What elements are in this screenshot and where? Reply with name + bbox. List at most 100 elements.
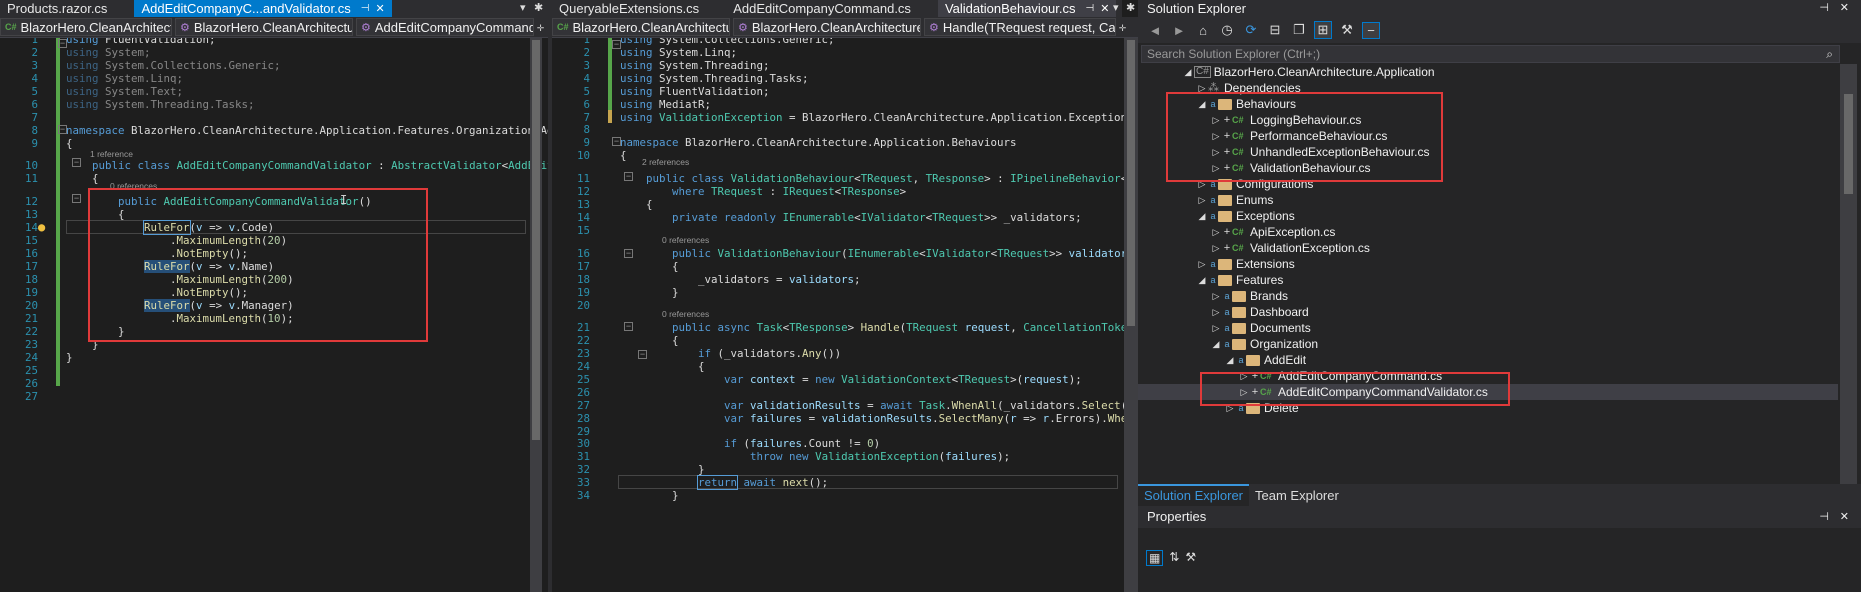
code-line[interactable]: namespace BlazorHero.CleanArchitecture.A… — [66, 124, 548, 137]
show-all-files-icon[interactable]: ❐ — [1290, 22, 1308, 38]
search-input[interactable]: Search Solution Explorer (Ctrl+;) ⌕ — [1141, 45, 1840, 63]
collapse-icon[interactable]: − — [638, 350, 647, 359]
minus-icon[interactable]: − — [1362, 21, 1380, 39]
expand-arrow-icon[interactable]: ▷ — [1210, 224, 1222, 240]
expand-arrow-icon[interactable]: ▷ — [1196, 192, 1208, 208]
code-line[interactable]: private readonly IEnumerable<IValidator<… — [620, 211, 1082, 224]
code-line[interactable]: using FluentValidation; — [66, 38, 216, 46]
code-line[interactable]: } — [620, 489, 679, 502]
code-line[interactable]: } — [66, 351, 73, 364]
search-icon[interactable]: ⌕ — [1826, 46, 1833, 62]
codelens-references[interactable]: 0 references — [662, 235, 709, 245]
expand-arrow-icon[interactable]: ▷ — [1210, 240, 1222, 256]
code-line[interactable]: { — [66, 172, 99, 185]
code-line[interactable]: if (_validators.Any()) — [620, 347, 841, 360]
code-line[interactable]: var context = new ValidationContext<TReq… — [620, 373, 1082, 386]
pin-icon[interactable]: ⊣ — [1819, 506, 1829, 528]
code-line[interactable]: { — [66, 137, 73, 150]
code-line[interactable]: } — [620, 286, 679, 299]
collapse-icon[interactable]: − — [612, 40, 621, 49]
tree-item[interactable]: ◢ a Organization — [1210, 336, 1319, 352]
tree-item[interactable]: ▷ a Extensions — [1196, 256, 1295, 272]
home-icon[interactable]: ⌂ — [1194, 23, 1212, 38]
codelens-references[interactable]: 0 references — [662, 309, 709, 319]
tree-item[interactable]: ▷ a Documents — [1210, 320, 1311, 336]
collapse-icon[interactable]: − — [72, 194, 81, 203]
expand-arrow-icon[interactable]: ▷ — [1210, 304, 1222, 320]
sync-icon[interactable]: ⟳ — [1242, 22, 1260, 38]
code-line[interactable]: { — [620, 198, 653, 211]
code-line[interactable]: using System.Threading.Tasks; — [66, 98, 255, 111]
forward-icon[interactable]: ► — [1170, 23, 1188, 38]
mid-code-editor[interactable]: 1 using System.Collections.Generic; 2 using… — [552, 38, 1124, 592]
solution-scrollbar-thumb[interactable] — [1844, 94, 1853, 194]
alphabetical-icon[interactable]: ⇅ — [1169, 550, 1179, 566]
collapse-icon[interactable]: − — [624, 322, 633, 331]
close-icon[interactable]: ✕ — [1100, 2, 1109, 15]
member-selector[interactable]: ⚙Handle(TRequest request, Cance▾ — [924, 18, 1116, 36]
left-scrollbar-thumb[interactable] — [532, 40, 540, 440]
project-selector[interactable]: C#BlazorHero.CleanArchitecture.Ap▾ — [552, 18, 730, 36]
pin-icon[interactable]: ⊣ — [1086, 3, 1095, 14]
settings-icon[interactable]: ✱ — [1126, 1, 1135, 14]
code-line[interactable]: { — [620, 149, 627, 162]
code-line[interactable]: } — [620, 463, 705, 476]
collapse-icon[interactable]: − — [72, 158, 81, 167]
categorized-icon[interactable]: ▦ — [1146, 550, 1164, 566]
collapse-arrow-icon[interactable]: ◢ — [1196, 208, 1208, 224]
member-selector[interactable]: ⚙AddEditCompanyCommandVa▾ — [356, 18, 534, 36]
collapse-icon[interactable]: − — [58, 125, 67, 134]
code-line[interactable]: var failures = validationResults.SelectM… — [620, 412, 1124, 425]
wrench-icon[interactable]: ⚒ — [1185, 550, 1196, 566]
tree-item[interactable]: ◢ a Features — [1196, 272, 1284, 288]
code-line[interactable]: public class ValidationBehaviour<TReques… — [620, 172, 1124, 185]
expand-arrow-icon[interactable]: ▷ — [1210, 288, 1222, 304]
code-line[interactable]: using System.Text; — [66, 85, 183, 98]
settings-icon[interactable]: ✱ — [534, 1, 543, 14]
preview-icon[interactable]: ⊞ — [1314, 21, 1332, 39]
collapse-icon[interactable]: − — [624, 249, 633, 258]
collapse-icon[interactable]: − — [612, 137, 621, 146]
tab-dropdown-icon[interactable]: ▾ — [1113, 1, 1119, 14]
tab-addeditcompany-validator[interactable]: AddEditCompanyC...andValidator.cs ⊣ ✕ — [134, 0, 392, 17]
tab-queryable-extensions[interactable]: QueryableExtensions.cs — [552, 0, 706, 17]
tree-item[interactable]: ▷ + C# ValidationException.cs — [1210, 240, 1370, 256]
collapse-arrow-icon[interactable]: ◢ — [1224, 352, 1236, 368]
tab-products-razor[interactable]: Products.razor.cs — [0, 0, 114, 17]
code-line[interactable]: { — [620, 360, 705, 373]
tree-item[interactable]: ▷ a Brands — [1210, 288, 1289, 304]
code-line[interactable]: where TRequest : IRequest<TResponse> — [620, 185, 906, 198]
close-icon[interactable]: ✕ — [1840, 506, 1849, 528]
codelens-references[interactable]: 2 references — [642, 157, 689, 167]
code-line[interactable]: { — [620, 260, 679, 273]
tab-dropdown-icon[interactable]: ▾ — [520, 1, 526, 14]
tree-item[interactable]: ▷ a Enums — [1196, 192, 1274, 208]
code-line[interactable]: if (failures.Count != 0) — [620, 437, 880, 450]
split-icon[interactable]: ✛ — [537, 20, 544, 34]
code-line[interactable]: using FluentValidation; — [620, 85, 770, 98]
tab-addeditcompany-command[interactable]: AddEditCompanyCommand.cs — [726, 0, 918, 17]
code-line[interactable]: using MediatR; — [620, 98, 711, 111]
pin-icon[interactable]: ⊣ — [1819, 0, 1829, 17]
expand-arrow-icon[interactable]: ▷ — [1196, 256, 1208, 272]
properties-icon[interactable]: ⚒ — [1338, 22, 1356, 38]
code-line[interactable]: public ValidationBehaviour(IEnumerable<I… — [620, 247, 1124, 260]
split-icon[interactable]: ✛ — [1119, 20, 1126, 34]
code-line[interactable]: namespace BlazorHero.CleanArchitecture.A… — [620, 136, 1017, 149]
code-line[interactable]: public async Task<TResponse> Handle(TReq… — [620, 321, 1124, 334]
code-line[interactable]: using System.Linq; — [620, 46, 737, 59]
tree-item[interactable]: ▷ + C# ApiException.cs — [1210, 224, 1336, 240]
code-line[interactable]: public class AddEditCompanyCommandValida… — [66, 159, 548, 172]
code-line[interactable]: throw new ValidationException(failures); — [620, 450, 1010, 463]
pin-icon[interactable]: ⊣ — [361, 3, 370, 14]
back-icon[interactable]: ◄ — [1146, 23, 1164, 38]
tree-item[interactable]: ◢ a Exceptions — [1196, 208, 1295, 224]
type-selector[interactable]: ⚙BlazorHero.CleanArchitecture.▾ — [175, 18, 353, 36]
close-icon[interactable]: ✕ — [1840, 0, 1849, 17]
code-line[interactable]: var validationResults = await Task.WhenA… — [620, 399, 1124, 412]
lightbulb-icon[interactable]: ● — [38, 220, 45, 234]
tab-team-explorer[interactable]: Team Explorer — [1249, 488, 1345, 503]
expand-arrow-icon[interactable]: ▷ — [1210, 320, 1222, 336]
tab-validation-behaviour[interactable]: ValidationBehaviour.cs ⊣ ✕ — [937, 0, 1117, 17]
code-line[interactable]: using System.Collections.Generic; — [620, 38, 835, 46]
